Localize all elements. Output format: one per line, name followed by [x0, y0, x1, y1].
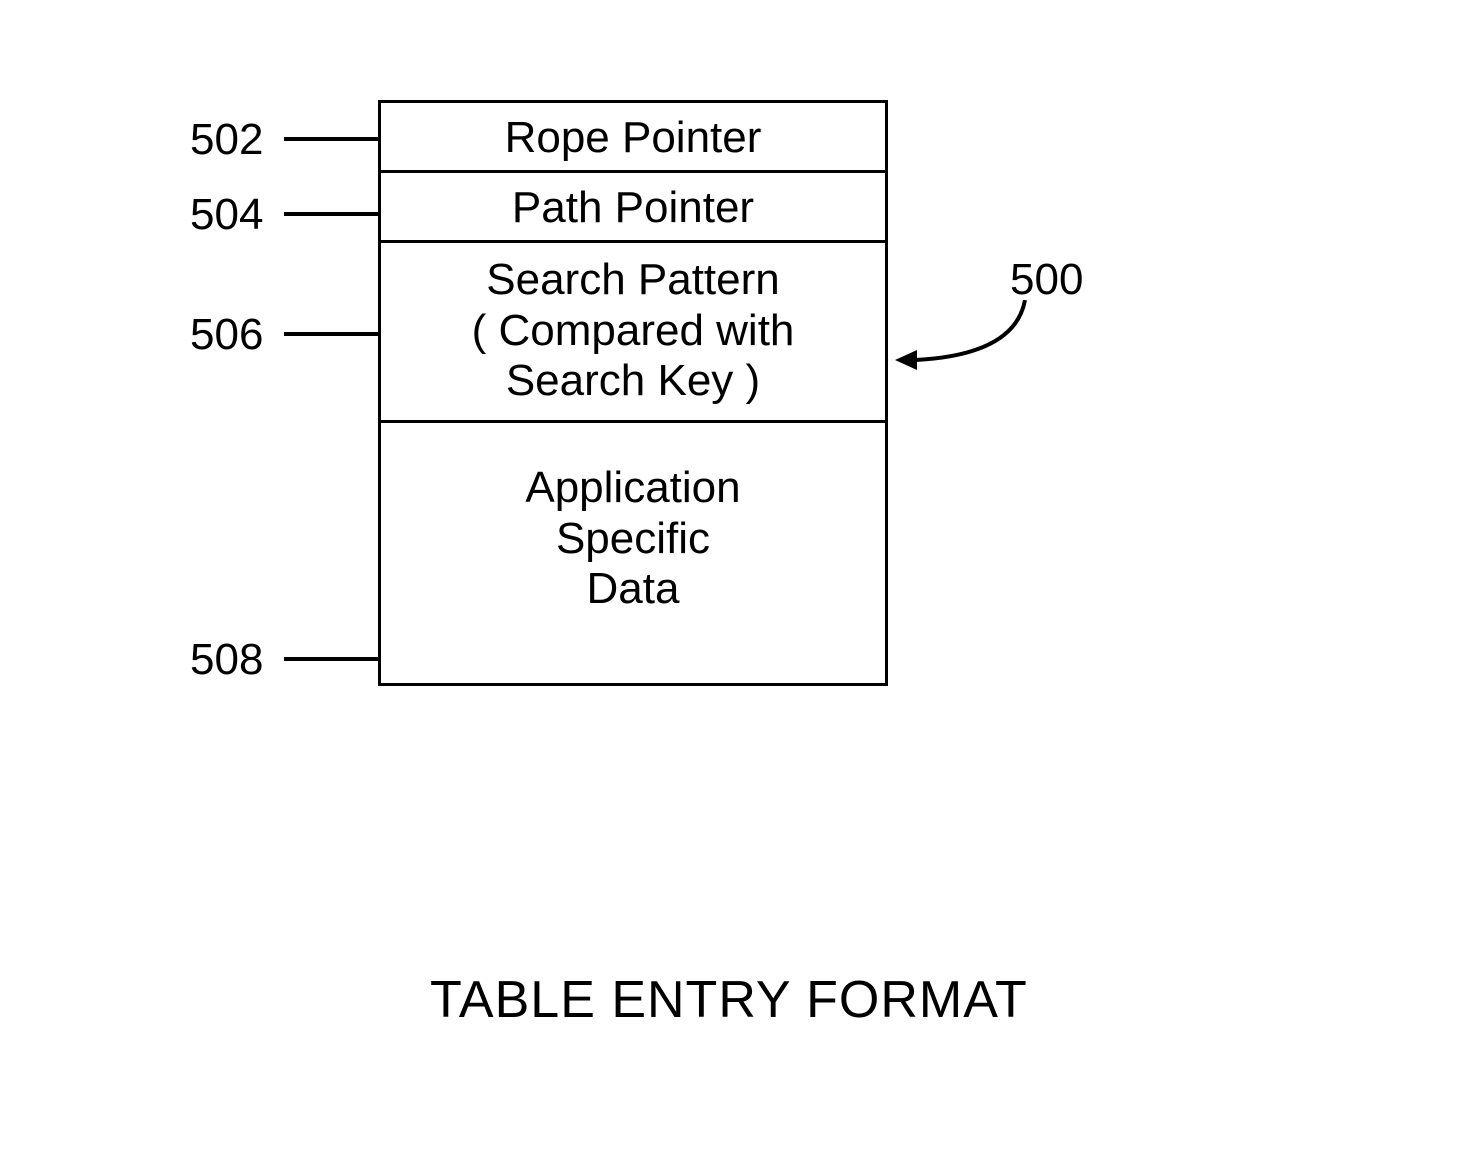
leader-line-508 [284, 657, 378, 661]
row-application-data: ApplicationSpecificData [381, 423, 885, 683]
row-path-pointer: Path Pointer [381, 173, 885, 243]
row-text: ApplicationSpecificData [525, 463, 740, 613]
ref-text: 502 [190, 115, 263, 164]
row-search-pattern: Search Pattern( Compared withSearch Key … [381, 243, 885, 423]
title-text: TABLE ENTRY FORMAT [430, 971, 1028, 1029]
ref-label-504: 504 [190, 190, 263, 240]
ref-label-502: 502 [190, 115, 263, 165]
row-rope-pointer: Rope Pointer [381, 103, 885, 173]
ref-label-506: 506 [190, 310, 263, 360]
row-text: Path Pointer [512, 183, 754, 232]
leader-line-504 [284, 212, 378, 216]
row-text: Search Pattern( Compared withSearch Key … [472, 255, 795, 405]
leader-line-506 [284, 332, 378, 336]
table-entry-box: Rope Pointer Path Pointer Search Pattern… [378, 100, 888, 686]
ref-label-508: 508 [190, 635, 263, 685]
arrow-500-icon [895, 300, 1030, 370]
leader-line-502 [284, 137, 378, 141]
ref-text: 508 [190, 635, 263, 684]
diagram-title: TABLE ENTRY FORMAT [430, 970, 1028, 1030]
row-text: Rope Pointer [505, 113, 762, 162]
ref-text: 506 [190, 310, 263, 359]
ref-text: 500 [1010, 255, 1083, 304]
ref-label-500: 500 [1010, 255, 1083, 305]
ref-text: 504 [190, 190, 263, 239]
